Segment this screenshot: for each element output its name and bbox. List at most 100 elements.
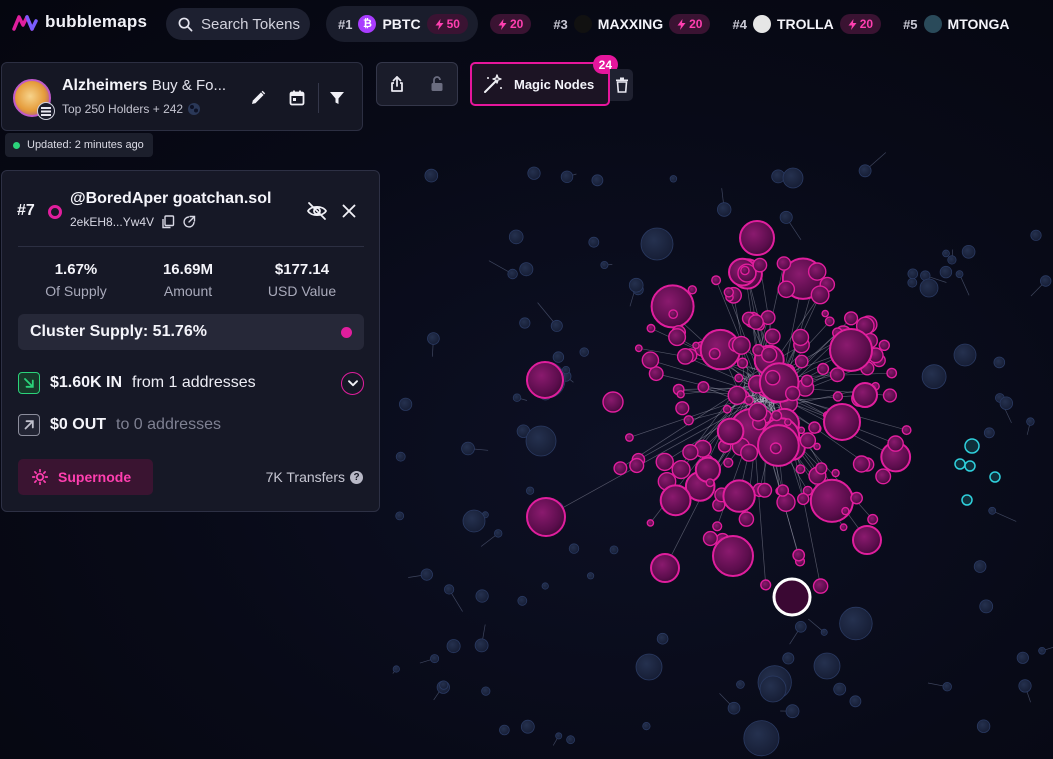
wallet-bubble[interactable] <box>475 589 489 603</box>
cluster-wallet-bubble[interactable] <box>734 373 744 383</box>
ticker-item[interactable]: #1 ₿ PBTC 50 <box>326 6 478 42</box>
cluster-wallet-bubble[interactable] <box>708 347 721 360</box>
cluster-wallet-bubble[interactable] <box>887 435 904 452</box>
wallet-bubble[interactable] <box>519 262 534 277</box>
cluster-wallet-bubble[interactable] <box>800 374 814 388</box>
cluster-wallet-bubble[interactable] <box>731 335 751 355</box>
cluster-wallet-bubble[interactable] <box>841 506 850 516</box>
ticker-item[interactable]: #5 MTONGA <box>891 6 1019 42</box>
cluster-wallet-bubble[interactable] <box>694 456 722 483</box>
wallet-bubble[interactable] <box>512 393 522 402</box>
wallet-bubble[interactable] <box>779 210 793 224</box>
wallet-bubble[interactable] <box>759 675 787 703</box>
cluster-wallet-bubble[interactable] <box>692 341 700 350</box>
wallet-bubble[interactable] <box>520 719 535 734</box>
wallet-bubble[interactable] <box>849 695 862 708</box>
wallet-bubble[interactable] <box>443 584 455 595</box>
wallet-bubble[interactable] <box>519 317 531 329</box>
wallet-bubble[interactable] <box>517 595 528 606</box>
cluster-wallet-bubble[interactable] <box>659 484 692 517</box>
cluster-wallet-bubble[interactable] <box>813 442 821 451</box>
edit-button[interactable] <box>245 85 271 111</box>
cluster-wallet-bubble[interactable] <box>712 521 723 532</box>
expand-inflow-button[interactable] <box>341 372 364 395</box>
wallet-bubble[interactable] <box>947 255 957 265</box>
wallet-bubble[interactable] <box>979 599 994 614</box>
wallet-bubble[interactable] <box>474 638 489 653</box>
wallet-bubble[interactable] <box>446 639 461 654</box>
cluster-wallet-bubble[interactable] <box>683 415 694 426</box>
wallet-bubble[interactable] <box>907 268 919 280</box>
lock-button[interactable] <box>417 62 457 106</box>
wallet-bubble[interactable] <box>392 665 400 673</box>
wallet-bubble[interactable] <box>527 166 541 180</box>
wallet-bubble[interactable] <box>420 568 433 581</box>
cluster-wallet-bubble[interactable] <box>867 513 879 525</box>
cluster-wallet-bubble[interactable] <box>821 309 830 318</box>
wallet-bubble[interactable] <box>782 652 795 665</box>
cluster-wallet-bubble[interactable] <box>816 362 830 376</box>
cluster-wallet-bubble[interactable] <box>799 432 817 449</box>
wallet-bubble[interactable] <box>494 529 503 538</box>
cluster-wallet-bubble[interactable] <box>629 457 645 474</box>
cluster-wallet-bubble[interactable] <box>792 548 806 562</box>
cluster-wallet-bubble[interactable] <box>702 530 719 547</box>
cluster-wallet-bubble[interactable] <box>760 579 772 591</box>
cluster-wallet-bubble[interactable] <box>964 438 980 454</box>
wallet-bubble[interactable] <box>983 427 995 439</box>
cluster-wallet-bubble[interactable] <box>676 347 694 365</box>
wallet-bubble[interactable] <box>439 680 449 690</box>
cluster-wallet-bubble[interactable] <box>744 395 754 406</box>
search-input[interactable] <box>201 15 305 33</box>
wallet-bubble[interactable] <box>427 332 440 345</box>
wallet-bubble[interactable] <box>560 170 574 184</box>
wallet-bubble[interactable] <box>635 653 663 681</box>
cluster-wallet-bubble[interactable] <box>705 478 715 488</box>
wallet-bubble[interactable] <box>919 278 939 298</box>
cluster-wallet-bubble[interactable] <box>878 339 890 351</box>
wallet-address[interactable]: 2ekEH8...Yw4V <box>70 215 154 229</box>
cluster-wallet-bubble[interactable] <box>839 523 848 532</box>
inflow-row[interactable]: $1.60K IN from 1 addresses <box>18 372 256 394</box>
cluster-wallet-bubble[interactable] <box>740 443 759 462</box>
wallet-bubble[interactable] <box>588 236 600 248</box>
wallet-bubble[interactable] <box>640 227 674 261</box>
cluster-wallet-bubble[interactable] <box>739 220 775 256</box>
wallet-bubble[interactable] <box>717 202 732 217</box>
cluster-wallet-bubble[interactable] <box>964 460 976 472</box>
wallet-bubble[interactable] <box>921 364 947 390</box>
wallet-bubble[interactable] <box>993 356 1006 369</box>
wallet-bubble[interactable] <box>568 543 580 554</box>
wallet-bubble[interactable] <box>462 509 486 533</box>
wallet-bubble[interactable] <box>973 560 987 573</box>
cluster-wallet-bubble[interactable] <box>901 425 912 436</box>
wallet-bubble[interactable] <box>939 265 953 279</box>
cluster-wallet-bubble[interactable] <box>770 410 783 422</box>
cluster-wallet-bubble[interactable] <box>832 391 844 402</box>
wallet-bubble[interactable] <box>609 545 619 555</box>
cluster-wallet-bubble[interactable] <box>722 479 756 513</box>
cluster-supply-row[interactable]: Cluster Supply: 51.76% <box>18 314 364 350</box>
clear-magic-nodes-button[interactable] <box>610 69 633 101</box>
wallet-bubble[interactable] <box>507 268 518 280</box>
wallet-bubble[interactable] <box>591 174 604 187</box>
cluster-wallet-bubble[interactable] <box>757 482 773 498</box>
cluster-wallet-bubble[interactable] <box>641 351 660 370</box>
cluster-wallet-bubble[interactable] <box>769 442 782 455</box>
wallet-bubble[interactable] <box>508 229 524 245</box>
cluster-wallet-bubble[interactable] <box>736 357 749 369</box>
wallet-bubble[interactable] <box>794 620 807 633</box>
cluster-wallet-bubble[interactable] <box>829 328 873 372</box>
wallet-bubble[interactable] <box>858 164 872 178</box>
wallet-bubble[interactable] <box>669 175 678 183</box>
cluster-wallet-bubble[interactable] <box>668 309 679 319</box>
cluster-wallet-bubble[interactable] <box>808 421 821 434</box>
wallet-bubble[interactable] <box>955 270 964 279</box>
wallet-bubble[interactable] <box>525 486 535 495</box>
wallet-bubble[interactable] <box>525 425 557 457</box>
wallet-bubble[interactable] <box>566 735 575 745</box>
cluster-wallet-bubble[interactable] <box>797 492 810 506</box>
hide-wallet-button[interactable] <box>304 199 330 223</box>
cluster-wallet-bubble[interactable] <box>852 525 882 555</box>
cluster-wallet-bubble[interactable] <box>989 471 1001 483</box>
